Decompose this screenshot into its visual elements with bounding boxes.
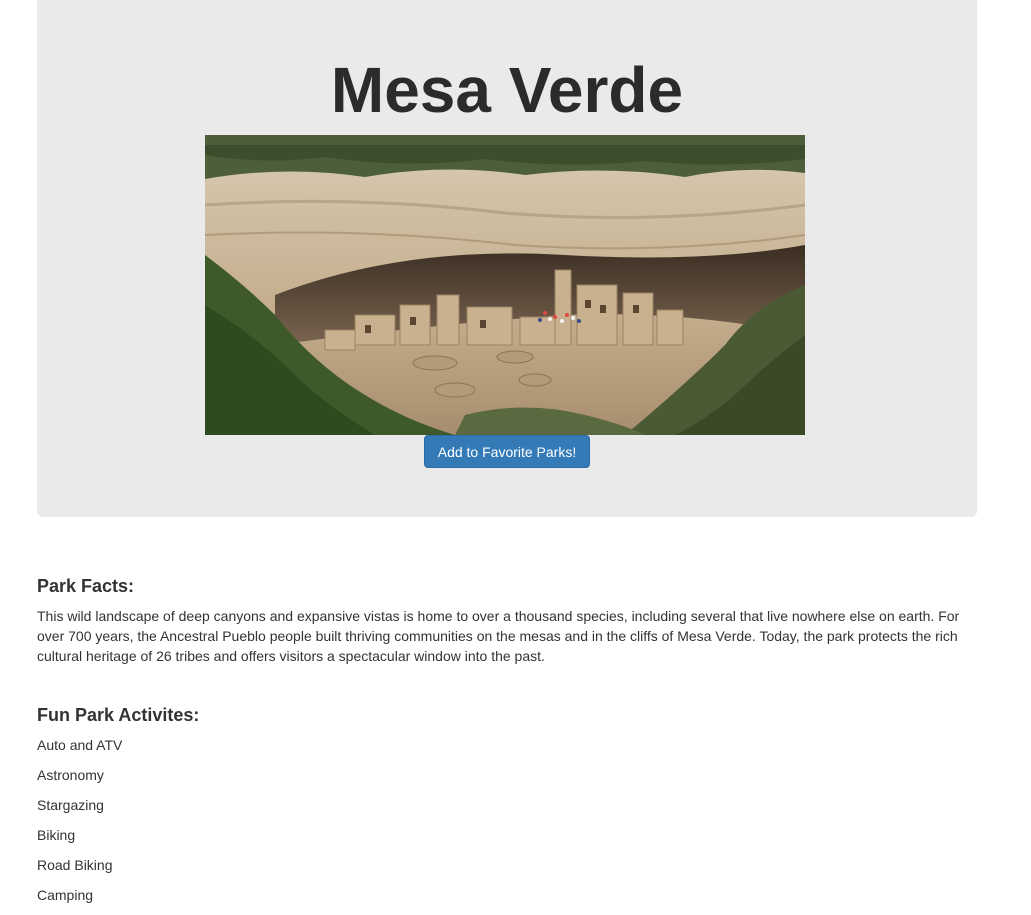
park-facts-text: This wild landscape of deep canyons and … (37, 608, 960, 664)
activity-item: Astronomy (37, 767, 104, 783)
add-to-favorites-button[interactable]: Add to Favorite Parks! (424, 435, 590, 468)
park-photo (205, 135, 805, 435)
park-title: Mesa Verde (330, 54, 684, 126)
activity-item: Auto and ATV (37, 737, 123, 753)
activity-item: Biking (37, 827, 76, 843)
park-facts-heading: Park Facts: (37, 576, 135, 596)
activity-item: Road Biking (37, 857, 113, 873)
activity-item: Stargazing (37, 797, 104, 813)
activities-heading: Fun Park Activites: (37, 705, 200, 725)
activity-list: Auto and ATV Astronomy Stargazing Biking… (37, 735, 122, 915)
activity-item: Camping (37, 887, 94, 903)
park-header: Mesa Verde Add to Favorite Parks! (37, 0, 977, 517)
